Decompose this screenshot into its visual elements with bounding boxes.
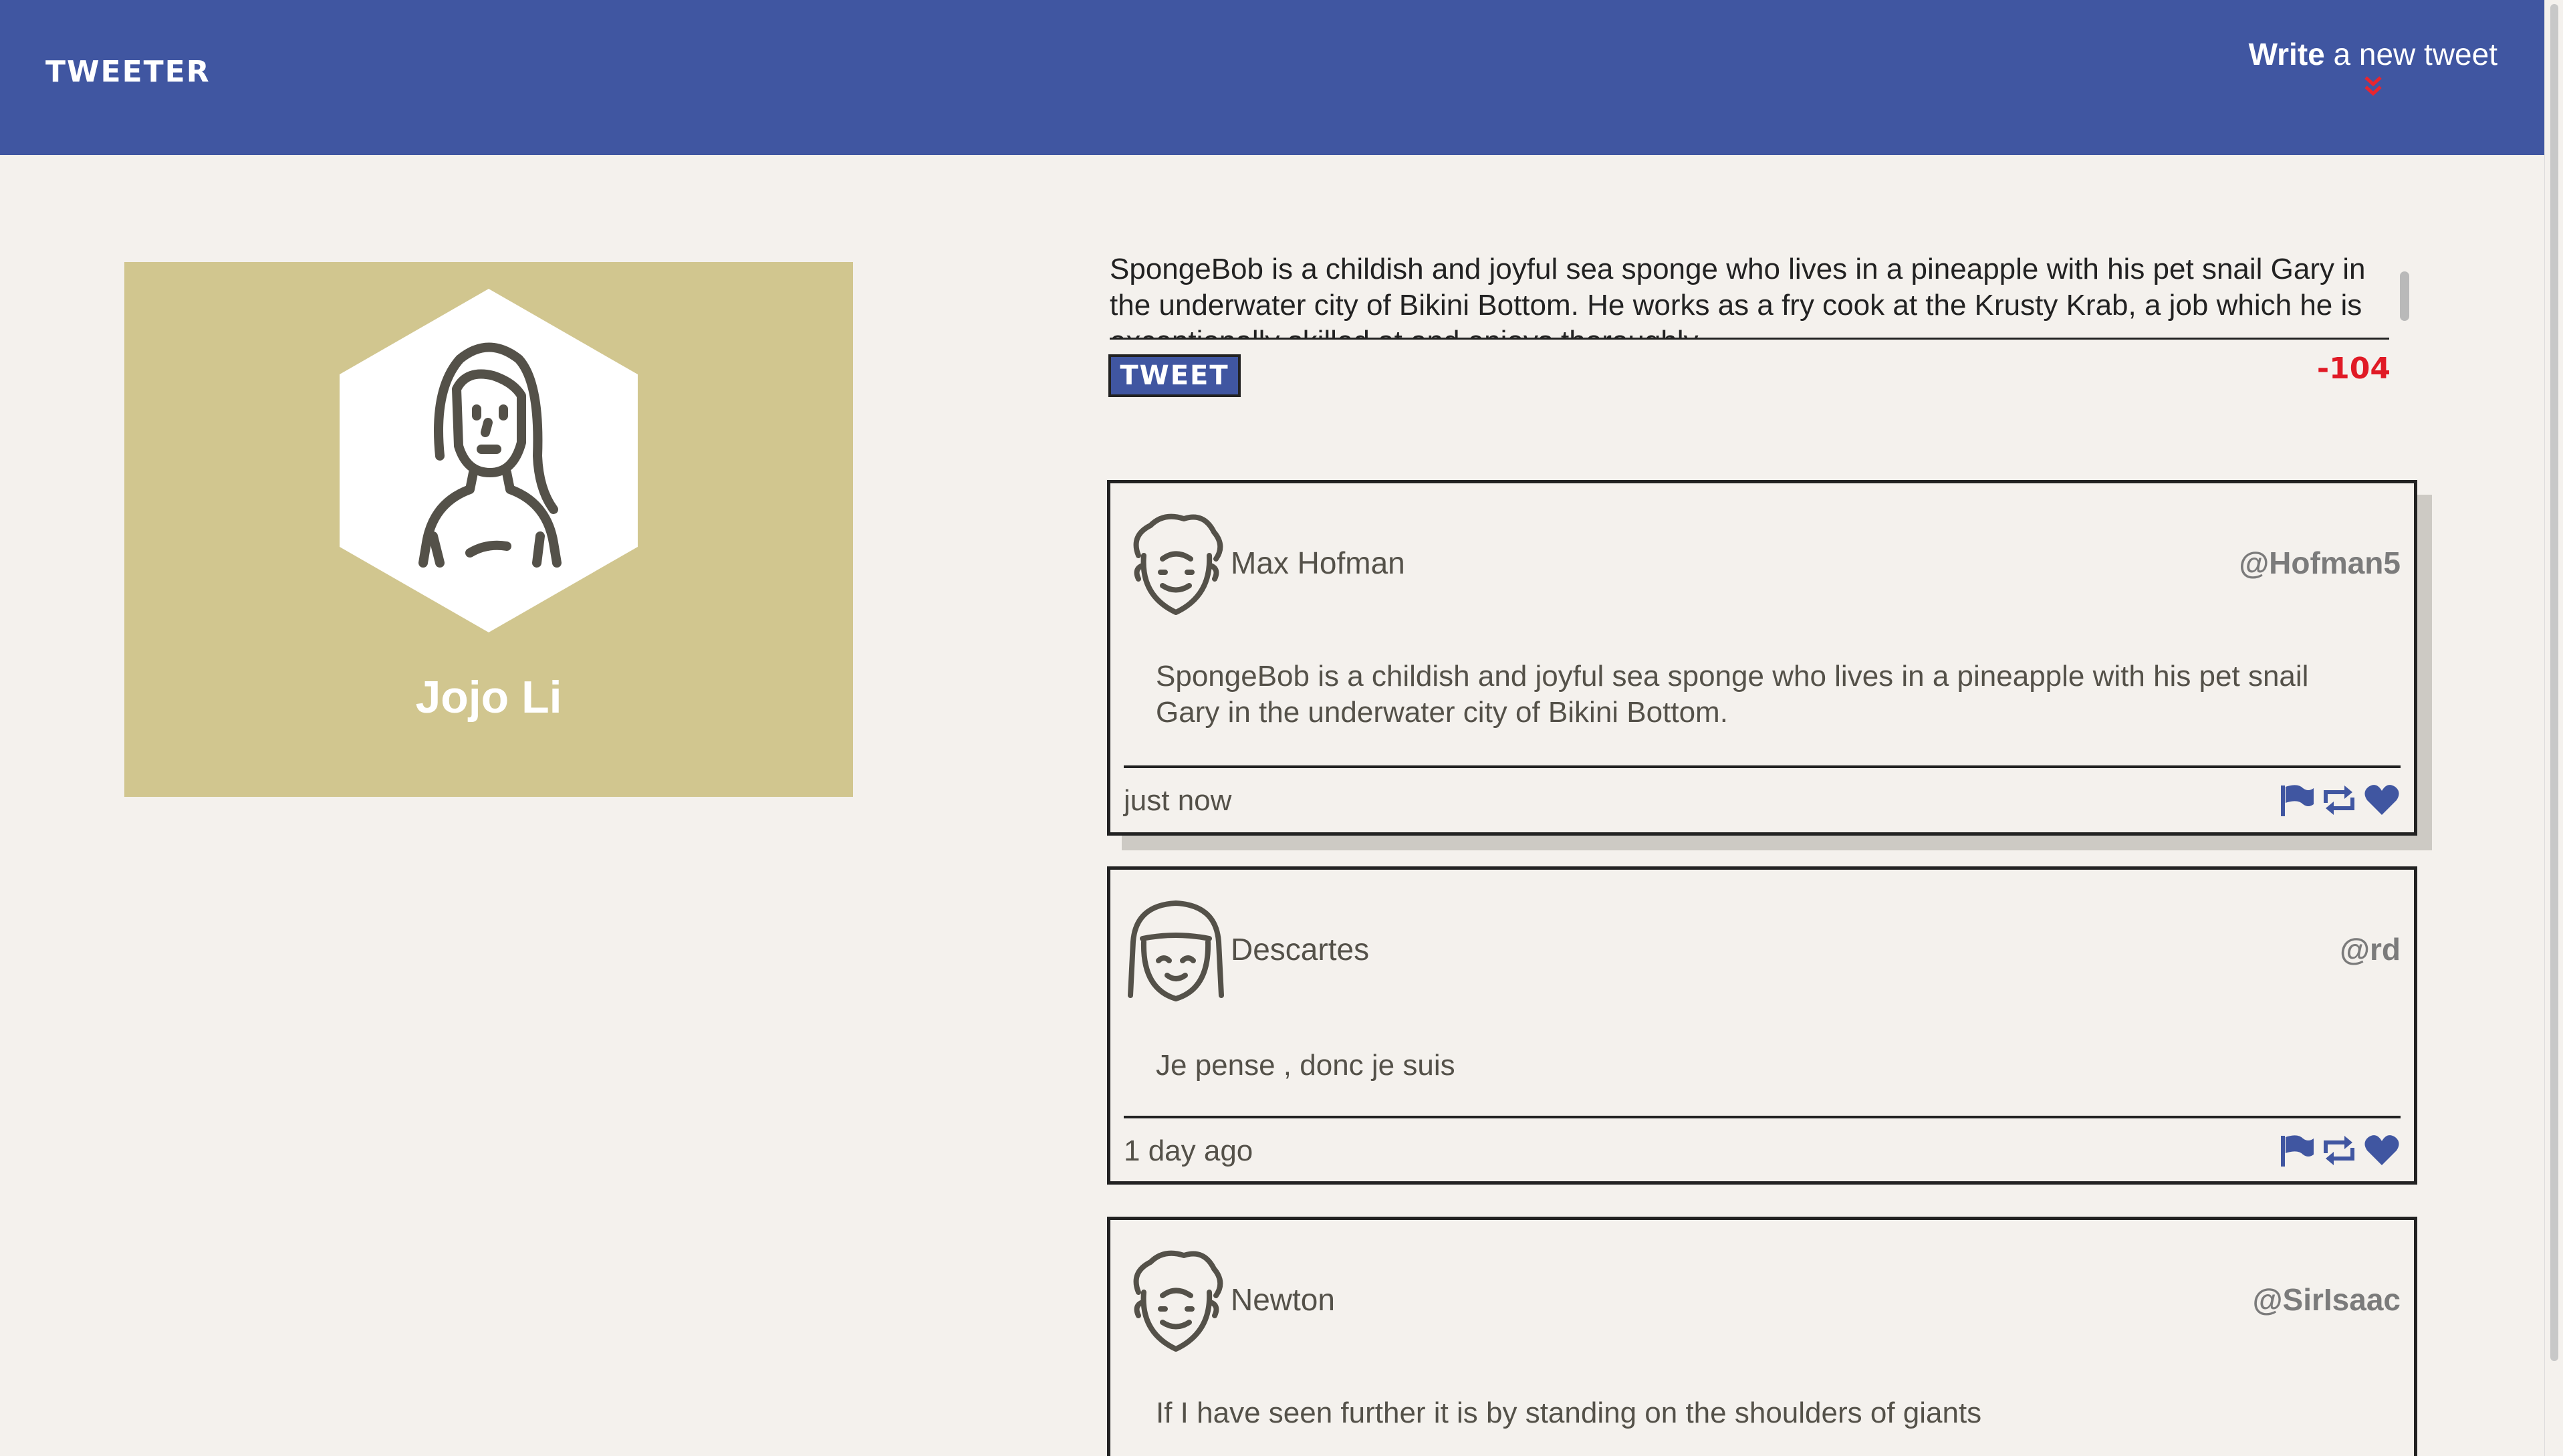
tweet-divider	[1124, 765, 2401, 768]
character-counter: -104	[2316, 352, 2391, 386]
female-avatar-icon	[340, 289, 638, 632]
bangs-avatar-icon	[1128, 900, 1224, 1001]
tweet-content: Je pense , donc je suis	[1156, 1049, 1455, 1082]
heart-icon[interactable]	[2363, 1133, 2401, 1168]
tweet-content: If I have seen further it is by standing…	[1156, 1397, 1982, 1429]
flag-icon[interactable]	[2278, 1133, 2315, 1168]
tweet-content: SpongeBob is a childish and joyful sea s…	[1156, 660, 2309, 729]
tweet-actions	[2278, 1133, 2401, 1168]
tweet-author-name: Newton	[1231, 1282, 1335, 1317]
tweet-button[interactable]: TWEET	[1108, 354, 1241, 397]
retweet-icon[interactable]	[2320, 783, 2358, 818]
tweet-author-name: Max Hofman	[1231, 545, 1405, 580]
retweet-icon[interactable]	[2320, 1133, 2358, 1168]
flag-icon[interactable]	[2278, 783, 2315, 818]
double-chevron-down-icon[interactable]	[2249, 75, 2497, 98]
tweet-timestamp: just now	[1124, 784, 1232, 817]
compose-area: SpongeBob is a childish and joyful sea s…	[1107, 251, 2417, 425]
scrollbar-thumb[interactable]	[2550, 4, 2558, 1361]
textarea-scrollbar[interactable]	[2400, 271, 2409, 321]
brand-logo[interactable]: TWEETER	[45, 55, 211, 89]
tweet-timestamp: 1 day ago	[1124, 1134, 1253, 1167]
tweet-card: Descartes @rd Je pense , donc je suis 1 …	[1107, 866, 2417, 1185]
profile-card: Jojo Li	[124, 262, 853, 797]
tweet-card: Max Hofman @Hofman5 SpongeBob is a child…	[1107, 480, 2417, 836]
tweet-card: Newton @SirIsaac If I have seen further …	[1107, 1217, 2417, 1456]
curly-hair-avatar-icon	[1133, 1250, 1223, 1352]
tweet-author-handle[interactable]: @SirIsaac	[2253, 1282, 2401, 1318]
tweet-author-handle[interactable]: @rd	[2340, 931, 2401, 967]
tweet-author-handle[interactable]: @Hofman5	[2239, 545, 2401, 581]
tweet-author-name: Descartes	[1231, 932, 1370, 967]
page-scrollbar[interactable]	[2544, 0, 2563, 1456]
tweet-textarea[interactable]: SpongeBob is a childish and joyful sea s…	[1110, 251, 2389, 340]
write-label-rest: a new tweet	[2324, 37, 2498, 72]
top-nav: TWEETER Write a new tweet	[0, 0, 2544, 155]
tweet-divider	[1124, 1116, 2401, 1118]
tweet-actions	[2278, 783, 2401, 818]
heart-icon[interactable]	[2363, 783, 2401, 818]
write-label-bold: Write	[2248, 37, 2325, 72]
profile-name: Jojo Li	[415, 672, 562, 723]
curly-hair-avatar-icon	[1133, 513, 1223, 615]
write-new-tweet-toggle[interactable]: Write a new tweet	[2249, 36, 2497, 98]
